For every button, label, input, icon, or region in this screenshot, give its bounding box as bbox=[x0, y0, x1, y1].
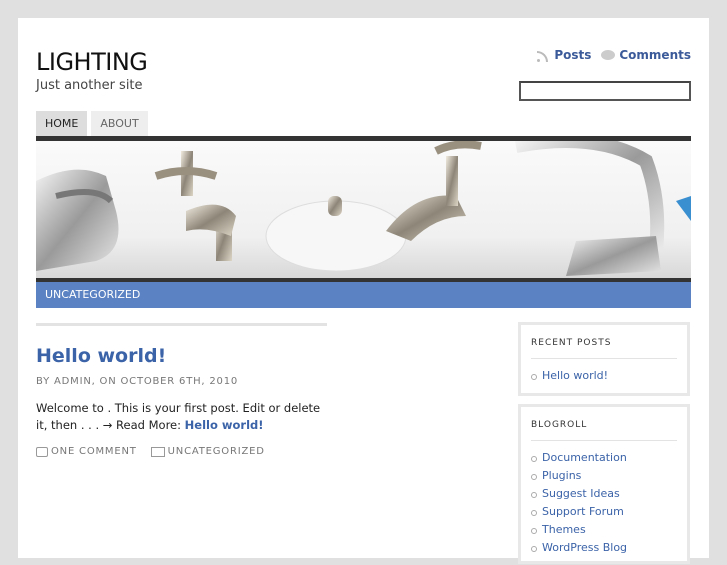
comments-feed-link[interactable]: Comments bbox=[601, 48, 691, 62]
post-excerpt-text: Welcome to . This is your first post. Ed… bbox=[36, 401, 321, 432]
posts-feed-label: Posts bbox=[554, 48, 592, 62]
post-separator bbox=[36, 323, 327, 326]
comment-bubble-icon bbox=[601, 50, 616, 60]
header-image bbox=[36, 141, 691, 278]
feed-links: Posts Comments bbox=[537, 48, 691, 62]
comments-feed-label: Comments bbox=[619, 48, 691, 62]
recent-posts-widget: RECENT POSTS Hello world! bbox=[518, 322, 690, 396]
site-description: Just another site bbox=[36, 78, 143, 93]
comment-icon bbox=[36, 446, 48, 457]
blogroll-item[interactable]: Suggest Ideas bbox=[531, 485, 677, 503]
site-title[interactable]: LIGHTING bbox=[36, 48, 148, 76]
search-input[interactable] bbox=[519, 81, 691, 101]
blogroll-widget: BLOGROLL Documentation Plugins Suggest I… bbox=[518, 404, 690, 564]
post-title[interactable]: Hello world! bbox=[36, 345, 166, 367]
blogroll-item[interactable]: Documentation bbox=[531, 449, 677, 467]
comments-link[interactable]: ONE COMMENT bbox=[36, 446, 137, 457]
blogroll-item[interactable]: Plugins bbox=[531, 467, 677, 485]
widget-title: RECENT POSTS bbox=[531, 338, 612, 348]
post-category-label: UNCATEGORIZED bbox=[167, 446, 265, 457]
rss-icon bbox=[537, 49, 550, 62]
main-nav: HOME ABOUT bbox=[36, 111, 148, 136]
blogroll-item[interactable]: WordPress Blog bbox=[531, 539, 677, 557]
nav-tab-home[interactable]: HOME bbox=[36, 111, 88, 136]
blogroll-item[interactable]: Support Forum bbox=[531, 503, 677, 521]
blogroll-item[interactable]: Themes bbox=[531, 521, 677, 539]
recent-post-item[interactable]: Hello world! bbox=[531, 367, 677, 385]
post-meta: BY ADMIN, ON OCTOBER 6TH, 2010 bbox=[36, 376, 239, 387]
posts-feed-link[interactable]: Posts bbox=[537, 48, 591, 62]
widget-title: BLOGROLL bbox=[531, 420, 588, 430]
read-more-link[interactable]: Hello world! bbox=[185, 418, 264, 432]
post-excerpt: Welcome to . This is your first post. Ed… bbox=[36, 400, 326, 434]
comments-label: ONE COMMENT bbox=[51, 446, 137, 457]
post-footer: ONE COMMENT UNCATEGORIZED bbox=[36, 446, 265, 457]
category-link[interactable]: UNCATEGORIZED bbox=[45, 288, 140, 301]
page-container: LIGHTING Just another site Posts Comment… bbox=[18, 18, 709, 564]
faucets-illustration bbox=[36, 141, 691, 276]
folder-icon bbox=[150, 446, 165, 457]
post-category-link[interactable]: UNCATEGORIZED bbox=[150, 446, 265, 457]
nav-tab-about[interactable]: ABOUT bbox=[91, 111, 148, 136]
category-bar: UNCATEGORIZED bbox=[36, 282, 691, 308]
